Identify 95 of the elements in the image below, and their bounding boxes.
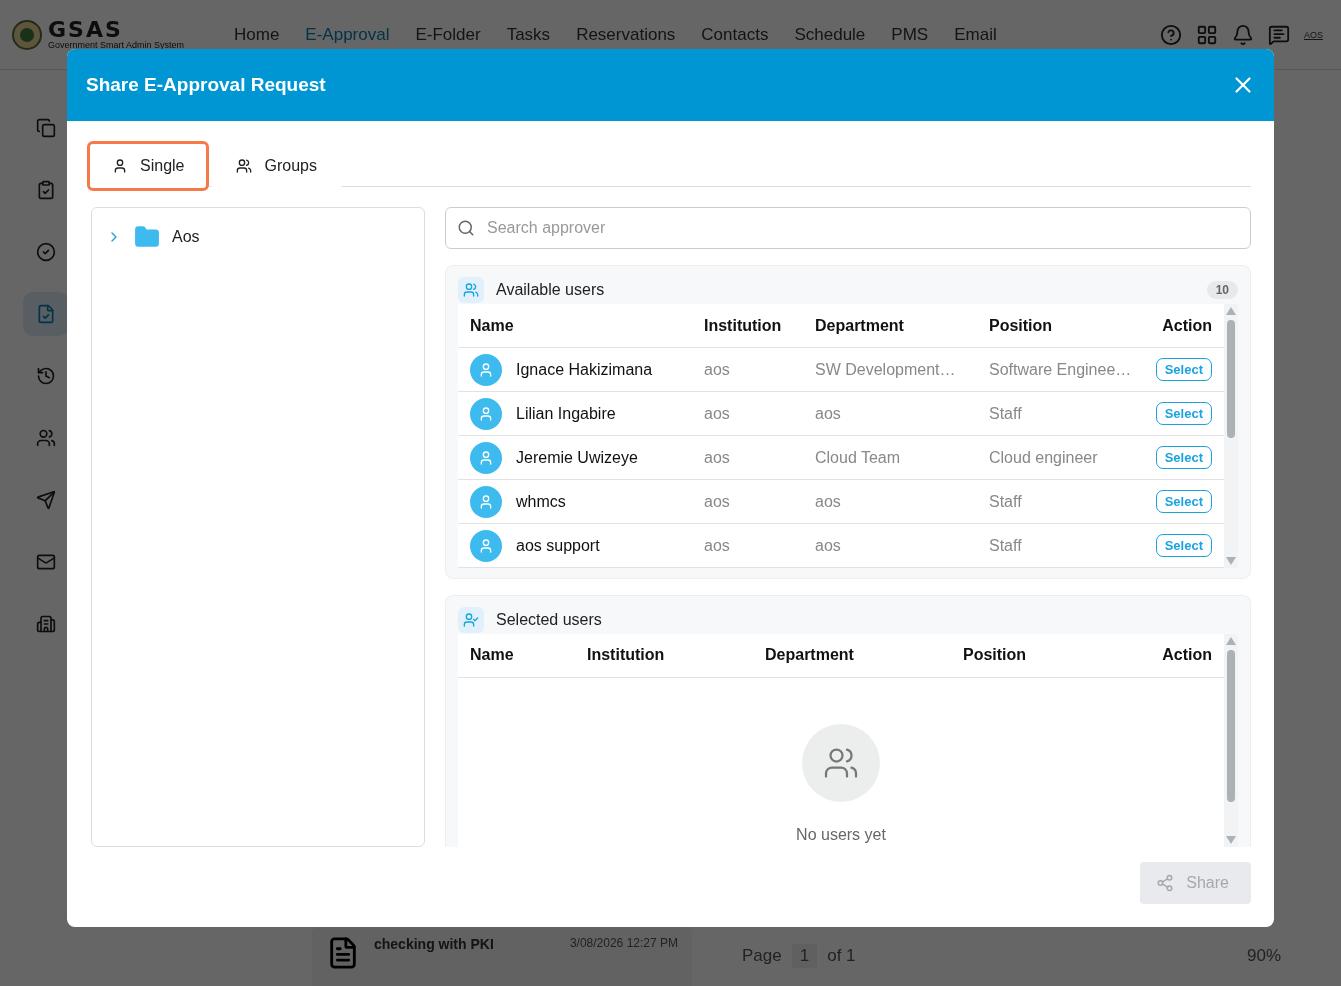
card-title: Available users [496, 281, 606, 299]
table-cell-text: aos [704, 492, 731, 511]
avatar-icon [470, 441, 502, 474]
column-header: Action [1162, 646, 1212, 665]
document-check-icon [36, 304, 56, 324]
nav-link[interactable]: Email [954, 24, 997, 45]
column-header: Position [963, 646, 1028, 665]
table-cell-text: aos [704, 536, 731, 555]
column-header: Institution [587, 646, 666, 665]
user-name: whmcs [516, 492, 566, 511]
card-title: Selected users [496, 610, 603, 629]
table-cell-text: aos [815, 536, 842, 555]
building-icon [36, 614, 56, 634]
avatar-icon [470, 529, 502, 562]
column-header: Institution [704, 316, 783, 335]
people-icon [36, 428, 56, 448]
table-cell-text: aos [704, 404, 731, 423]
avatar-icon [470, 485, 502, 518]
logo-name: GSAS [48, 19, 124, 41]
nav-link[interactable]: E-Approval [305, 24, 390, 45]
table-cell-text: aos [704, 360, 731, 379]
user-name: Lilian Ingabire [516, 404, 616, 423]
search-icon [457, 219, 475, 237]
person-icon [112, 157, 128, 174]
empty-message: No users yet [796, 825, 886, 844]
select-button[interactable]: Select [1155, 490, 1212, 513]
mail-icon [36, 552, 56, 572]
table-cell-text: aos [815, 404, 842, 423]
history-icon [36, 366, 56, 386]
select-button[interactable]: Select [1155, 358, 1212, 381]
select-button[interactable]: Select [1155, 446, 1212, 469]
apps-icon[interactable] [1196, 23, 1218, 46]
count-badge: 10 [1206, 281, 1238, 299]
avatar-icon [470, 397, 502, 430]
tree-item[interactable]: Aos [172, 228, 200, 246]
avatar-icon [470, 353, 502, 386]
scroll-down-icon[interactable] [1226, 836, 1236, 844]
scroll-down-icon[interactable] [1226, 557, 1236, 565]
table-cell-text: aos [815, 492, 842, 511]
copy-icon [36, 118, 56, 138]
share-icon [1156, 874, 1175, 892]
user-name: Ignace Hakizimana [516, 360, 653, 379]
nav-link[interactable]: Home [234, 24, 280, 45]
help-icon[interactable] [1160, 23, 1182, 46]
emblem-icon [12, 19, 42, 50]
column-header: Name [470, 316, 515, 335]
table-cell-text: Cloud Team [815, 448, 902, 467]
document-date: 3/08/2026 12:27 PM [569, 936, 678, 950]
table-cell-text: aos [704, 448, 731, 467]
select-button[interactable]: Select [1155, 402, 1212, 425]
send-icon [36, 490, 56, 510]
dialog-title: Share E-Approval Request [86, 74, 326, 96]
search-field[interactable]: Search approver [445, 207, 1251, 249]
table-cell-text: Staff [989, 404, 1023, 423]
column-header: Position [989, 316, 1054, 335]
page-number[interactable]: 1 [791, 944, 818, 968]
table-cell-text: Software Enginee… [989, 360, 1133, 379]
user-name: aos support [516, 536, 600, 555]
column-header: Department [815, 316, 905, 335]
sidebar-item[interactable] [23, 292, 69, 336]
page-label: Page [742, 946, 782, 966]
user-check-icon [458, 606, 484, 633]
column-header: Department [765, 646, 855, 665]
logo-subtitle: Government Smart Admin System [48, 41, 185, 50]
nav-link[interactable]: Contacts [701, 24, 769, 45]
page-total: of 1 [827, 946, 856, 966]
scroll-up-icon[interactable] [1226, 307, 1236, 315]
check-circle-icon [36, 242, 56, 262]
tab[interactable]: Single [87, 140, 210, 191]
scroll-up-icon[interactable] [1226, 636, 1236, 645]
user-badge[interactable]: AOS [1304, 29, 1323, 40]
column-header: Name [470, 646, 515, 665]
nav-link[interactable]: E-Folder [415, 24, 481, 45]
table-cell-text: Cloud engineer [989, 448, 1099, 467]
table-cell-text: SW Development… [815, 360, 957, 379]
nav-link[interactable]: Reservations [576, 24, 676, 45]
column-header: Action [1162, 316, 1212, 335]
people-icon [236, 157, 253, 174]
chat-icon[interactable] [1268, 23, 1290, 46]
scrollbar[interactable] [1224, 304, 1238, 568]
user-name: Jeremie Uwizeye [516, 448, 638, 467]
nav-link[interactable]: PMS [891, 24, 929, 45]
zoom-level[interactable]: 90% [1246, 946, 1281, 966]
document-title: checking with PKI [374, 936, 495, 952]
bell-icon[interactable] [1232, 23, 1254, 46]
select-button[interactable]: Select [1155, 534, 1212, 557]
nav-link[interactable]: Schedule [794, 24, 866, 45]
table-cell-text: Staff [989, 492, 1023, 511]
clipboard-check-icon [36, 180, 56, 200]
document-card[interactable]: checking with PKI 3/08/2026 12:27 PM [312, 926, 692, 986]
people-icon [458, 277, 484, 303]
nav-link[interactable]: Tasks [506, 24, 551, 45]
folder-icon [134, 224, 160, 250]
table-cell-text: Staff [989, 536, 1023, 555]
scrollbar[interactable] [1224, 633, 1238, 847]
